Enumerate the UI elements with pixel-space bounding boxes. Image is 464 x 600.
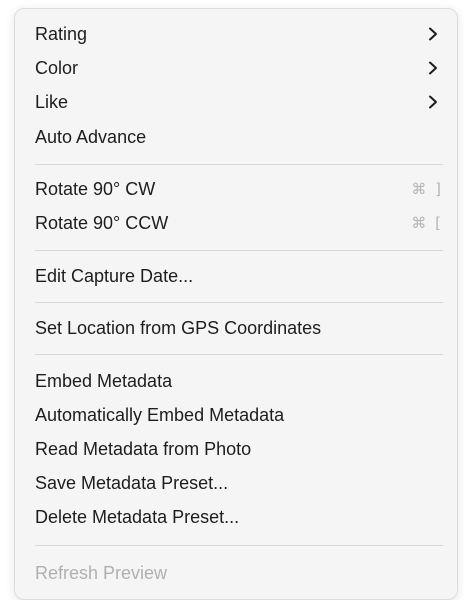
menu-item-label: Read Metadata from Photo [35,438,252,459]
menu-item-label: Rating [35,23,88,44]
shortcut-label: ⌘ ] [411,180,443,198]
menu-separator [35,250,443,251]
menu-item-refresh-preview: Refresh Preview [35,556,443,590]
menu-item-rating[interactable]: Rating [35,17,443,51]
menu-item-save-metadata-preset[interactable]: Save Metadata Preset... [35,466,443,500]
menu-item-label: Set Location from GPS Coordinates [35,317,322,338]
menu-item-edit-capture-date[interactable]: Edit Capture Date... [35,259,443,293]
menu-separator [35,354,443,355]
chevron-right-icon [423,92,443,112]
menu-separator [35,164,443,165]
menu-item-label: Automatically Embed Metadata [35,404,285,425]
menu-item-label: Embed Metadata [35,370,173,391]
menu-item-label: Save Metadata Preset... [35,472,229,493]
menu-item-read-metadata[interactable]: Read Metadata from Photo [35,432,443,466]
menu-item-label: Color [35,57,79,78]
menu-item-set-location[interactable]: Set Location from GPS Coordinates [35,311,443,345]
menu-item-rotate-cw[interactable]: Rotate 90° CW ⌘ ] [35,172,443,206]
menu-separator [35,302,443,303]
menu-separator [35,545,443,546]
chevron-right-icon [423,58,443,78]
menu-item-delete-metadata-preset[interactable]: Delete Metadata Preset... [35,500,443,534]
menu-item-like[interactable]: Like [35,85,443,119]
menu-item-label: Like [35,91,69,112]
shortcut-label: ⌘ [ [411,214,443,232]
menu-item-embed-metadata[interactable]: Embed Metadata [35,364,443,398]
menu-item-color[interactable]: Color [35,51,443,85]
menu-item-label: Refresh Preview [35,562,168,583]
chevron-right-icon [423,24,443,44]
context-menu: Rating Color Like Auto Advance Rotate 90… [14,8,458,600]
menu-item-label: Auto Advance [35,126,147,147]
menu-item-label: Edit Capture Date... [35,265,194,286]
menu-item-auto-advance[interactable]: Auto Advance [35,120,443,154]
menu-item-auto-embed-metadata[interactable]: Automatically Embed Metadata [35,398,443,432]
menu-item-label: Delete Metadata Preset... [35,506,240,527]
menu-item-label: Rotate 90° CCW [35,212,169,233]
menu-item-label: Rotate 90° CW [35,178,156,199]
menu-item-rotate-ccw[interactable]: Rotate 90° CCW ⌘ [ [35,206,443,240]
